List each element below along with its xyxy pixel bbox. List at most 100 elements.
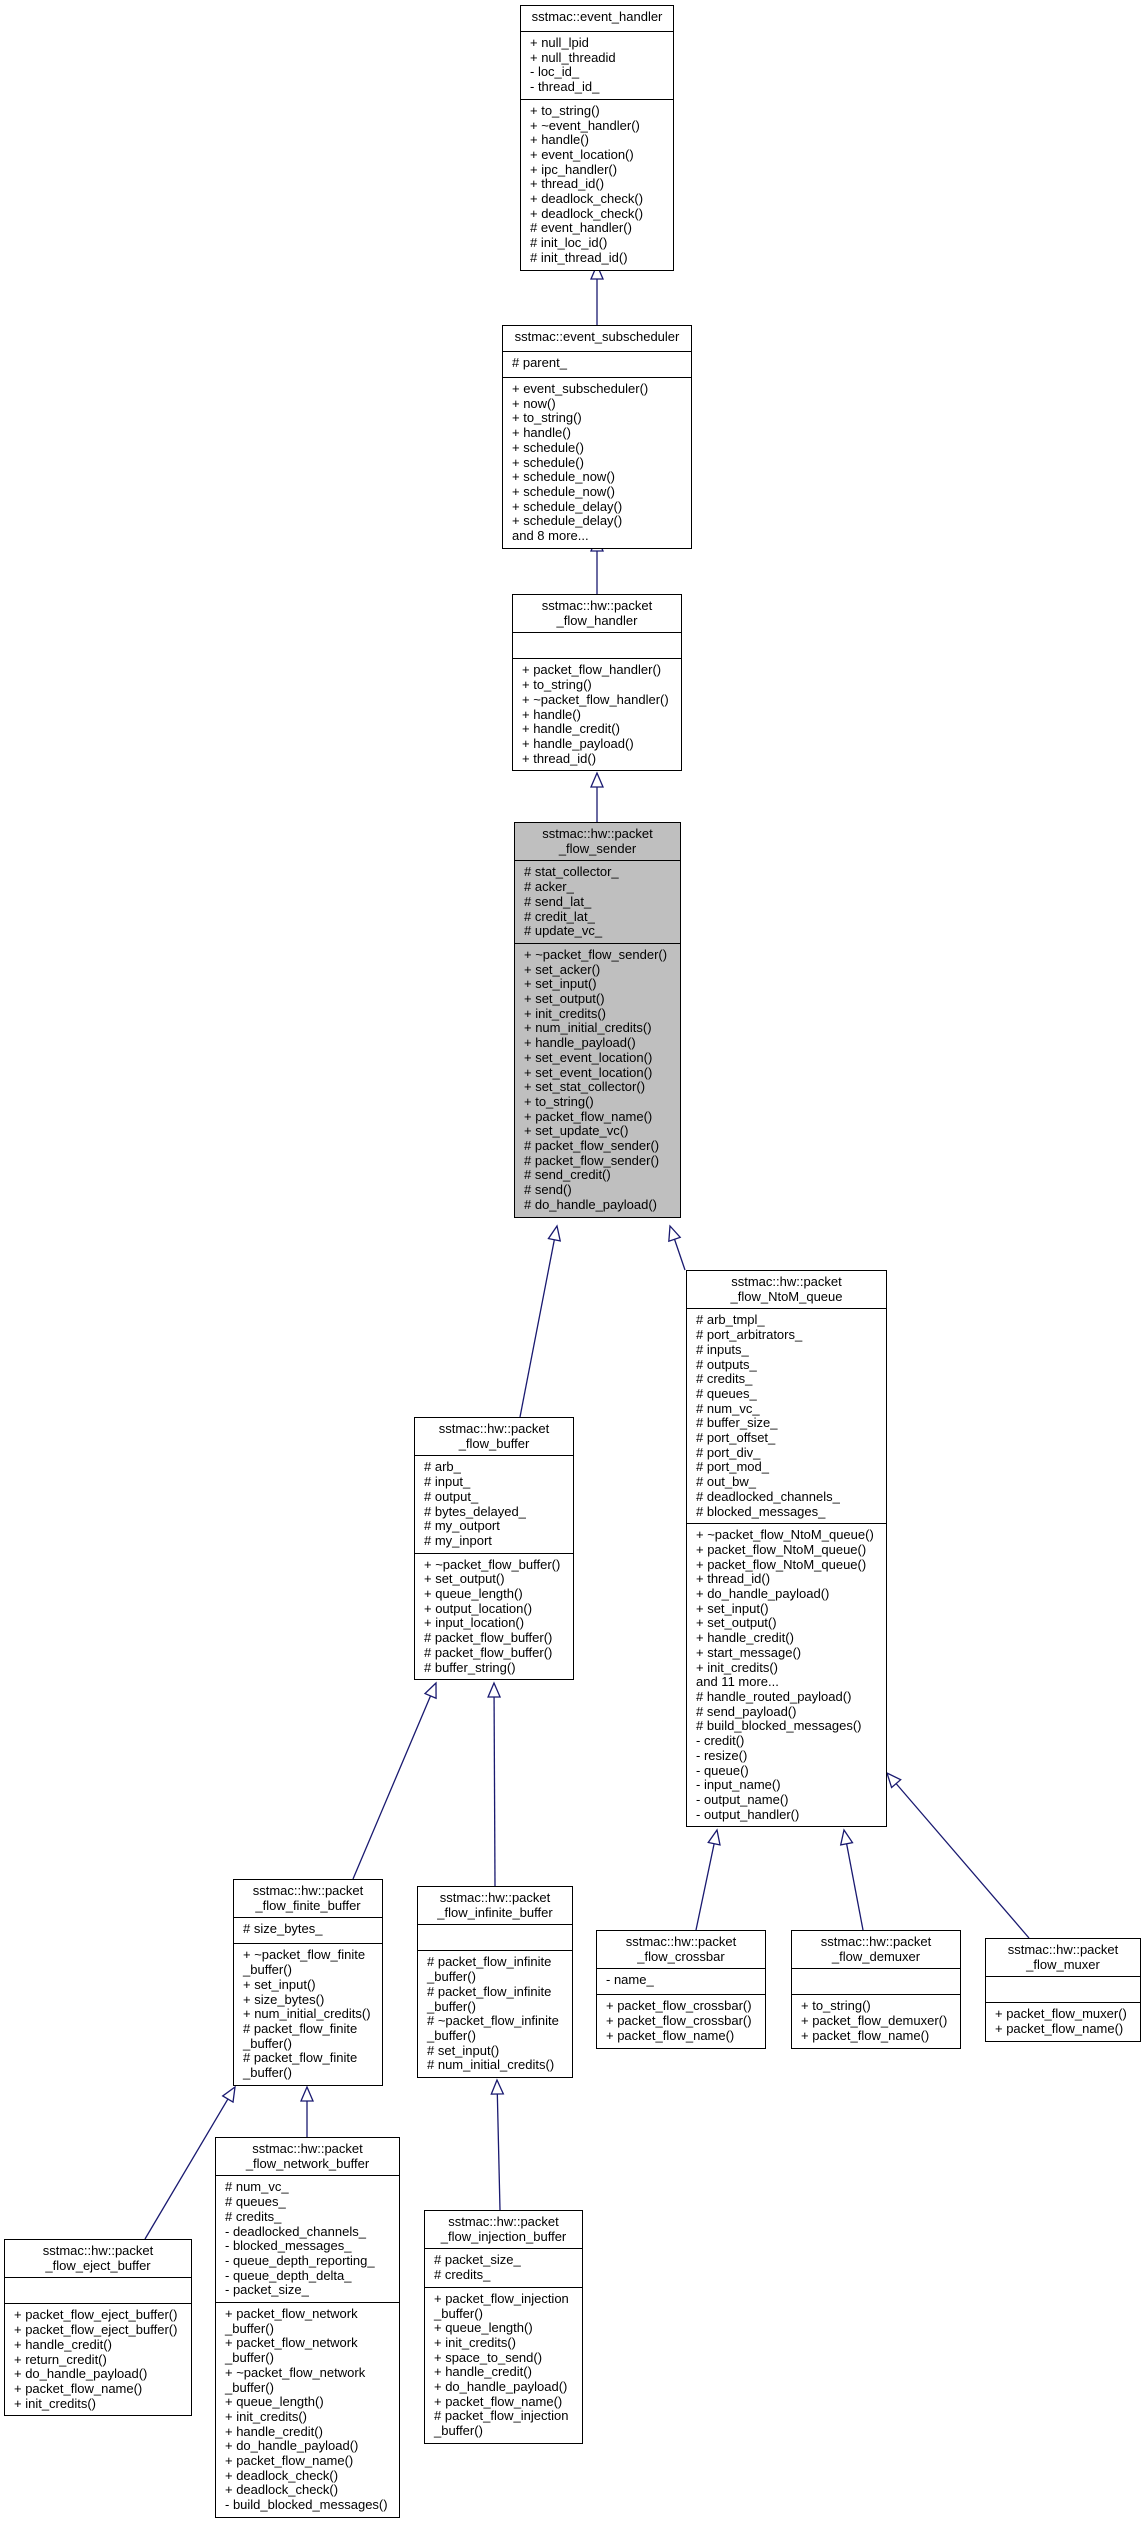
attribute: # port_arbitrators_: [696, 1327, 803, 1343]
class-title: sstmac::hw::packet _flow_NtoM_queue: [687, 1271, 886, 1308]
class-box-packet-flow-demuxer[interactable]: sstmac::hw::packet _flow_demuxer+ to_stri…: [791, 1930, 961, 2049]
method: + handle_credit(): [696, 1630, 794, 1646]
method: # event_handler(): [530, 220, 632, 236]
class-name[interactable]: _flow_infinite_buffer: [422, 1905, 568, 1921]
class-name[interactable]: _flow_NtoM_queue: [691, 1289, 882, 1305]
attribute: # output_: [424, 1488, 479, 1504]
method: + init_credits(): [696, 1659, 778, 1675]
class-box-packet-flow-sender[interactable]: sstmac::hw::packet _flow_sender # stat_col…: [514, 822, 681, 1218]
method: + do_handle_payload(): [225, 2438, 359, 2454]
method: - queue(): [696, 1762, 749, 1778]
method: + packet_flow_name(): [14, 2380, 143, 2396]
method: # packet_flow_finite: [243, 2020, 358, 2036]
attribute: - queue_depth_delta_: [225, 2267, 352, 2283]
attribute: # bytes_delayed_: [424, 1503, 526, 1519]
class-name[interactable]: sstmac::event_handler: [525, 9, 669, 25]
attribute: # size_bytes_: [243, 1921, 323, 1937]
method: - build_blocked_messages(): [225, 2497, 388, 2513]
class-title: sstmac::hw::packet _flow_muxer: [986, 1939, 1140, 1976]
class-name[interactable]: sstmac::hw::packet: [796, 1934, 956, 1950]
methods-compartment: + ~packet_flow_buffer() + set_output() + q…: [415, 1552, 573, 1680]
class-name[interactable]: _flow_eject_buffer: [9, 2258, 187, 2274]
class-name[interactable]: sstmac::hw::packet: [517, 598, 677, 614]
method: + packet_flow_name(): [801, 2027, 930, 2043]
class-title: sstmac::hw::packet _flow_sender: [515, 823, 680, 860]
inheritance-edge: [895, 1783, 1030, 1939]
class-name[interactable]: _flow_finite_buffer: [238, 1898, 378, 1914]
class-box-packet-flow-injection-buffer[interactable]: sstmac::hw::packet _flow_injection_buffer…: [424, 2210, 583, 2444]
class-box-packet-flow-muxer[interactable]: sstmac::hw::packet _flow_muxer + packet_fl…: [985, 1938, 1141, 2042]
method: + schedule_delay(): [512, 498, 623, 514]
class-name[interactable]: sstmac::hw::packet: [601, 1934, 761, 1950]
class-box-event-handler[interactable]: sstmac::event_handler + null_lpid + null_t…: [520, 5, 674, 271]
class-box-packet-flow-infinite-buffer[interactable]: sstmac::hw::packet _flow_infinite_buffer #…: [417, 1886, 573, 2079]
class-name[interactable]: sstmac::event_subscheduler: [507, 329, 687, 345]
class-name[interactable]: _flow_injection_buffer: [429, 2229, 578, 2245]
class-name[interactable]: sstmac::hw::packet: [519, 826, 676, 842]
class-box-packet-flow-ntom-queue[interactable]: sstmac::hw::packet _flow_NtoM_queue # arb_…: [686, 1270, 887, 1828]
method: + event_location(): [530, 146, 634, 162]
method: _buffer(): [225, 2320, 274, 2336]
method: + do_handle_payload(): [14, 2366, 148, 2382]
method: + packet_flow_NtoM_queue(): [696, 1556, 867, 1572]
class-name[interactable]: sstmac::hw::packet: [238, 1883, 378, 1899]
inheritance-arrowhead-icon: [590, 771, 604, 788]
class-name[interactable]: _flow_muxer: [990, 1957, 1136, 1973]
class-name[interactable]: _flow_sender: [519, 841, 676, 857]
method: # packet_flow_finite: [243, 2050, 358, 2066]
methods-compartment: + to_string() + ~event_handler() + handle(…: [521, 98, 673, 270]
method: _buffer(): [427, 1969, 476, 1985]
method: + schedule(): [512, 454, 584, 470]
class-box-packet-flow-finite-buffer[interactable]: sstmac::hw::packet _flow_finite_buffer# s…: [233, 1879, 383, 2086]
class-box-packet-flow-handler[interactable]: sstmac::hw::packet _flow_handler+ packet_…: [512, 594, 682, 772]
method: + do_handle_payload(): [696, 1586, 830, 1602]
class-box-packet-flow-network-buffer[interactable]: sstmac::hw::packet _flow_network_buffer # …: [215, 2137, 400, 2518]
method: + packet_flow_handler(): [522, 662, 662, 678]
class-box-event-subscheduler[interactable]: sstmac::event_subscheduler # parent_ + eve…: [502, 325, 692, 549]
methods-compartment: + to_string() + packet_flow_demuxer() + pa…: [792, 1994, 960, 2047]
method: + handle(): [530, 132, 589, 148]
method: + packet_flow_crossbar(): [606, 1998, 752, 2014]
class-name[interactable]: sstmac::hw::packet: [990, 1942, 1136, 1958]
methods-compartment: + packet_flow_injection _buffer() + queue_…: [425, 2286, 582, 2443]
class-name[interactable]: _flow_crossbar: [601, 1949, 761, 1965]
class-name[interactable]: _flow_network_buffer: [220, 2156, 395, 2172]
class-name[interactable]: sstmac::hw::packet: [422, 1890, 568, 1906]
class-name[interactable]: _flow_demuxer: [796, 1949, 956, 1965]
class-box-packet-flow-buffer[interactable]: sstmac::hw::packet _flow_buffer # arb_ # in…: [414, 1417, 574, 1681]
methods-compartment: + packet_flow_crossbar() + packet_flow_cr…: [597, 1994, 765, 2047]
class-name[interactable]: _flow_handler: [517, 613, 677, 629]
method: + packet_flow_NtoM_queue(): [696, 1541, 867, 1557]
attribute: - thread_id_: [530, 79, 600, 95]
inheritance-arrowhead-icon: [547, 1224, 562, 1242]
class-name[interactable]: sstmac::hw::packet: [419, 1421, 569, 1437]
method: + set_output(): [524, 991, 605, 1007]
class-name[interactable]: sstmac::hw::packet: [429, 2214, 578, 2230]
method: + queue_length(): [434, 2320, 533, 2336]
attributes-compartment: [5, 2277, 191, 2303]
method: + set_output(): [424, 1571, 505, 1587]
method: + thread_id(): [522, 750, 597, 766]
class-box-packet-flow-eject-buffer[interactable]: sstmac::hw::packet _flow_eject_buffer+ pa…: [4, 2239, 192, 2417]
class-name[interactable]: sstmac::hw::packet: [9, 2243, 187, 2259]
class-title: sstmac::hw::packet _flow_demuxer: [792, 1931, 960, 1968]
attribute: # input_: [424, 1474, 471, 1490]
method: _buffer(): [434, 2305, 483, 2321]
class-box-packet-flow-crossbar[interactable]: sstmac::hw::packet _flow_crossbar - name_ +…: [596, 1930, 766, 2049]
method: + handle(): [522, 706, 581, 722]
class-name[interactable]: sstmac::hw::packet: [220, 2141, 395, 2157]
class-name[interactable]: _flow_buffer: [419, 1436, 569, 1452]
inheritance-arrowhead-icon: [668, 1224, 682, 1243]
class-title: sstmac::hw::packet _flow_finite_buffer: [234, 1880, 382, 1917]
class-name[interactable]: sstmac::hw::packet: [691, 1274, 882, 1290]
method: + set_acker(): [524, 961, 601, 977]
method: # build_blocked_messages(): [696, 1718, 862, 1734]
method: # packet_flow_sender(): [524, 1138, 660, 1154]
method: + start_message(): [696, 1644, 802, 1660]
method: _buffer(): [434, 2423, 483, 2439]
method: + packet_flow_name(): [225, 2453, 354, 2469]
method: + output_location(): [424, 1600, 533, 1616]
attribute: # port_offset_: [696, 1430, 776, 1446]
method: # init_thread_id(): [530, 249, 628, 265]
class-title: sstmac::hw::packet _flow_infinite_buffer: [418, 1887, 572, 1924]
